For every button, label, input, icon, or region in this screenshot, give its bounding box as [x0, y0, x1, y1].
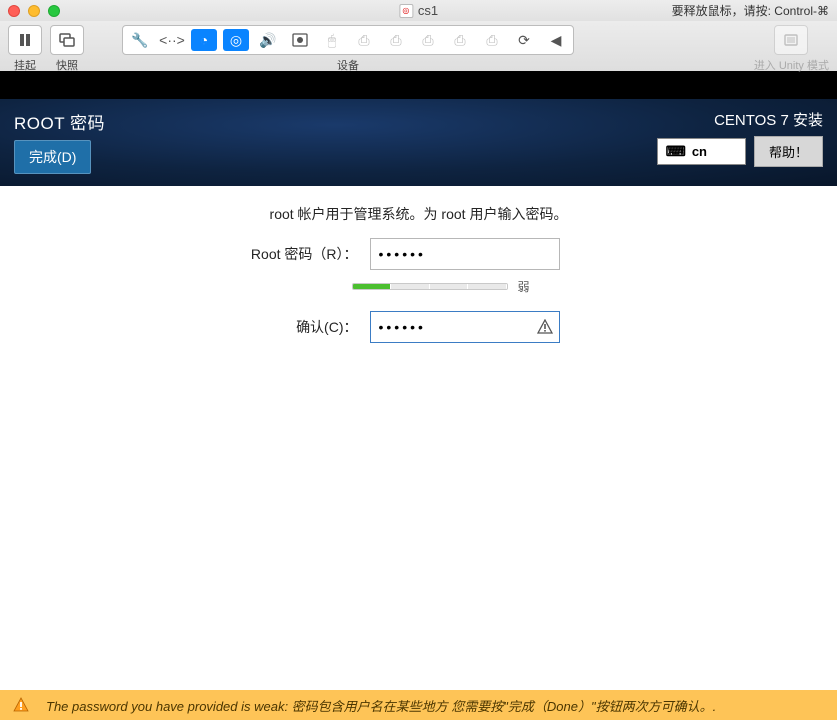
usb-icon-2[interactable]: ⎙ — [383, 29, 409, 51]
maximize-window-button[interactable] — [48, 5, 60, 17]
camera-icon[interactable] — [287, 29, 313, 51]
password-row: Root 密码（R）： — [0, 238, 837, 270]
installer-body: root 帐户用于管理系统。为 root 用户输入密码。 Root 密码（R）：… — [0, 186, 837, 705]
usb-icon-5[interactable]: ⎙ — [479, 29, 505, 51]
confirm-label: 确认(C)： — [248, 317, 358, 337]
strength-segment — [391, 284, 430, 289]
strength-segment — [468, 284, 507, 289]
collapse-icon[interactable]: ◀ — [543, 29, 569, 51]
unity-label: 进入 Unity 模式 — [754, 57, 829, 73]
close-window-button[interactable] — [8, 5, 20, 17]
sound-icon[interactable]: 🔊 — [255, 29, 281, 51]
strength-segment — [430, 284, 469, 289]
pause-button[interactable] — [8, 25, 42, 55]
snapshot-button[interactable] — [50, 25, 84, 55]
window-title-text: cs1 — [418, 3, 438, 18]
minimize-window-button[interactable] — [28, 5, 40, 17]
network-icon[interactable]: <··> — [159, 29, 185, 51]
strength-segment — [353, 284, 392, 289]
pause-button-group: 挂起 — [8, 25, 42, 73]
devices-label: 设备 — [337, 57, 359, 73]
password-label: Root 密码（R）： — [248, 244, 358, 264]
settings-icon[interactable]: 🔧 — [127, 29, 153, 51]
snapshot-button-group: 快照 — [50, 25, 84, 73]
password-strength-text: 弱 — [518, 278, 544, 295]
snapshot-label: 快照 — [56, 57, 78, 73]
warning-bar: The password you have provided is weak: … — [0, 690, 837, 720]
traffic-lights — [8, 5, 60, 17]
hard-disk-icon[interactable]: ◔ — [191, 29, 217, 51]
vm-icon: ◎ — [399, 4, 413, 18]
mouse-icon[interactable]: 🖱 — [319, 29, 345, 51]
pause-label: 挂起 — [14, 57, 36, 73]
installer-subtitle: CENTOS 7 安装 — [714, 109, 823, 130]
cd-icon[interactable]: ◎ — [223, 29, 249, 51]
warning-triangle-icon — [536, 318, 554, 336]
vm-guest-border — [0, 71, 837, 99]
unity-button[interactable] — [774, 25, 808, 55]
confirm-password-input[interactable] — [370, 311, 560, 343]
strength-row: 弱 — [58, 278, 837, 295]
warning-icon — [12, 697, 30, 713]
installer-header: ROOT 密码 完成(D) CENTOS 7 安装 ⌨ cn 帮助！ — [0, 99, 837, 186]
refresh-icon[interactable]: ⟳ — [511, 29, 537, 51]
vmware-toolbar: 挂起 快照 🔧 <··> ◔ ◎ 🔊 🖱 ⎙ ⎙ ⎙ ⎙ ⎙ ⟳ ◀ 设备 — [0, 21, 837, 71]
device-icons: 🔧 <··> ◔ ◎ 🔊 🖱 ⎙ ⎙ ⎙ ⎙ ⎙ ⟳ ◀ — [122, 25, 574, 55]
keyboard-layout-indicator[interactable]: ⌨ cn — [657, 138, 746, 165]
device-bar: 🔧 <··> ◔ ◎ 🔊 🖱 ⎙ ⎙ ⎙ ⎙ ⎙ ⟳ ◀ 设备 — [122, 25, 574, 73]
usb-icon-3[interactable]: ⎙ — [415, 29, 441, 51]
confirm-row: 确认(C)： — [0, 311, 837, 343]
done-button[interactable]: 完成(D) — [14, 140, 91, 174]
unity-button-group: 进入 Unity 模式 — [754, 25, 829, 73]
help-button[interactable]: 帮助！ — [754, 136, 823, 167]
keyboard-icon: ⌨ — [666, 143, 686, 160]
root-password-input[interactable] — [370, 238, 560, 270]
page-title: ROOT 密码 — [14, 109, 105, 134]
release-mouse-hint: 要释放鼠标，请按: Control-⌘ — [672, 2, 829, 19]
password-strength-bar — [352, 283, 508, 290]
mac-titlebar: ◎ cs1 要释放鼠标，请按: Control-⌘ — [0, 0, 837, 21]
warning-text: The password you have provided is weak: … — [46, 696, 716, 715]
body-description: root 帐户用于管理系统。为 root 用户输入密码。 — [0, 204, 837, 224]
usb-icon-1[interactable]: ⎙ — [351, 29, 377, 51]
keyboard-layout-text: cn — [692, 144, 707, 159]
window-title: ◎ cs1 — [399, 3, 438, 18]
usb-icon-4[interactable]: ⎙ — [447, 29, 473, 51]
